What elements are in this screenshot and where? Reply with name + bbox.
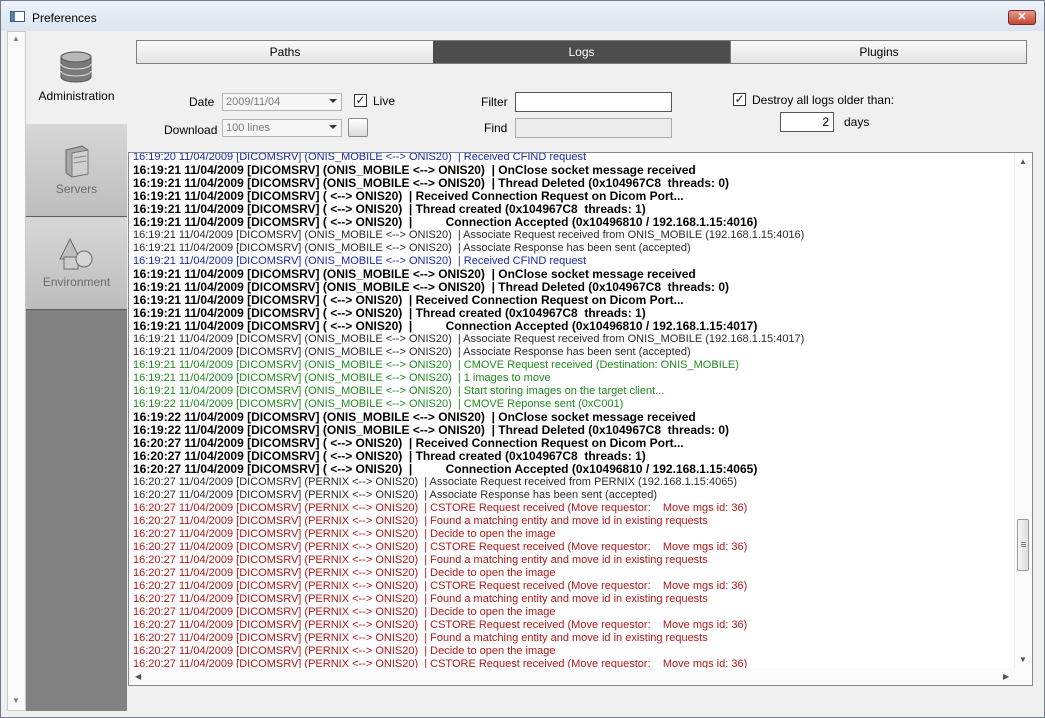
tab-bar: Paths Logs Plugins xyxy=(136,40,1027,64)
sidebar-item-label: Environment xyxy=(42,275,111,289)
log-line: 16:20:27 11/04/2009 [DICOMSRV] ( <--> ON… xyxy=(133,437,684,450)
log-line: 16:20:27 11/04/2009 [DICOMSRV] ( <--> ON… xyxy=(133,463,758,476)
database-icon xyxy=(60,51,92,83)
scroll-right-arrow-icon[interactable]: ▶ xyxy=(1003,672,1009,681)
sidebar-item-label: Servers xyxy=(55,182,98,196)
preferences-window: Preferences ✕ ▲ ▼ Administration Servers xyxy=(0,0,1045,718)
sidebar-item-servers[interactable]: Servers xyxy=(26,124,127,217)
log-line: 16:19:21 11/04/2009 [DICOMSRV] (ONIS_MOB… xyxy=(133,359,739,371)
filter-label: Filter xyxy=(481,95,508,109)
log-line: 16:20:27 11/04/2009 [DICOMSRV] (PERNIX <… xyxy=(133,580,748,592)
log-line: 16:19:21 11/04/2009 [DICOMSRV] (ONIS_MOB… xyxy=(133,177,730,190)
log-line: 16:20:27 11/04/2009 [DICOMSRV] (PERNIX <… xyxy=(133,554,708,566)
log-line: 16:19:21 11/04/2009 [DICOMSRV] ( <--> ON… xyxy=(133,294,684,307)
horizontal-scrollbar[interactable]: ◀ ▶ xyxy=(129,668,1015,685)
vertical-scrollbar[interactable]: ▲ ▼ xyxy=(1014,153,1032,685)
log-line: 16:19:21 11/04/2009 [DICOMSRV] (ONIS_MOB… xyxy=(133,164,696,177)
log-line: 16:20:27 11/04/2009 [DICOMSRV] (PERNIX <… xyxy=(133,541,748,553)
title-bar: Preferences ✕ xyxy=(1,1,1044,31)
log-viewer[interactable]: 16:19:20 11/04/2009 [DICOMSRV] (ONIS_MOB… xyxy=(128,152,1033,686)
log-line: 16:19:21 11/04/2009 [DICOMSRV] (ONIS_MOB… xyxy=(133,229,805,241)
chevron-down-icon xyxy=(329,99,337,103)
log-line: 16:19:21 11/04/2009 [DICOMSRV] ( <--> ON… xyxy=(133,203,646,216)
date-label: Date xyxy=(189,95,215,109)
log-line: 16:19:22 11/04/2009 [DICOMSRV] (ONIS_MOB… xyxy=(133,398,624,410)
tab-paths[interactable]: Paths xyxy=(137,41,434,63)
date-combo[interactable]: 2009/11/04 xyxy=(222,93,342,111)
log-line: 16:19:21 11/04/2009 [DICOMSRV] (ONIS_MOB… xyxy=(133,281,730,294)
log-line: 16:20:27 11/04/2009 [DICOMSRV] (PERNIX <… xyxy=(133,606,556,618)
download-button[interactable] xyxy=(348,118,368,137)
log-line: 16:19:22 11/04/2009 [DICOMSRV] (ONIS_MOB… xyxy=(133,424,730,437)
log-line: 16:19:21 11/04/2009 [DICOMSRV] ( <--> ON… xyxy=(133,216,758,229)
scroll-up-arrow-icon[interactable]: ▲ xyxy=(1019,157,1027,166)
sidebar-item-environment[interactable]: Environment xyxy=(26,217,127,310)
scroll-left-arrow-icon[interactable]: ◀ xyxy=(135,672,141,681)
find-label: Find xyxy=(484,121,508,135)
log-line: 16:20:27 11/04/2009 [DICOMSRV] (PERNIX <… xyxy=(133,593,708,605)
date-value: 2009/11/04 xyxy=(226,96,281,108)
app-window-icon xyxy=(10,11,25,22)
destroy-logs-checkbox[interactable]: ✓ xyxy=(733,93,746,106)
log-line: 16:20:27 11/04/2009 [DICOMSRV] (PERNIX <… xyxy=(133,645,556,657)
log-line: 16:20:27 11/04/2009 [DICOMSRV] (PERNIX <… xyxy=(133,515,708,527)
close-button[interactable]: ✕ xyxy=(1008,10,1036,25)
log-line: 16:19:21 11/04/2009 [DICOMSRV] (ONIS_MOB… xyxy=(133,255,587,267)
days-label: days xyxy=(844,115,870,129)
log-line: 16:19:21 11/04/2009 [DICOMSRV] ( <--> ON… xyxy=(133,320,758,333)
scroll-down-arrow-icon[interactable]: ▼ xyxy=(1019,655,1027,664)
scroll-down-arrow-icon[interactable]: ▼ xyxy=(12,696,20,705)
log-line: 16:20:27 11/04/2009 [DICOMSRV] (PERNIX <… xyxy=(133,567,556,579)
tab-plugins[interactable]: Plugins xyxy=(730,41,1027,63)
download-label: Download xyxy=(164,123,218,137)
log-line: 16:19:21 11/04/2009 [DICOMSRV] (ONIS_MOB… xyxy=(133,333,805,345)
log-lines: 16:19:20 11/04/2009 [DICOMSRV] (ONIS_MOB… xyxy=(133,152,1013,671)
shapes-icon xyxy=(59,237,93,270)
sidebar-item-administration[interactable]: Administration xyxy=(26,31,127,124)
sidebar-item-label: Administration xyxy=(38,89,115,103)
destroy-logs-label: Destroy all logs older than: xyxy=(752,93,895,107)
log-line: 16:19:22 11/04/2009 [DICOMSRV] (ONIS_MOB… xyxy=(133,411,696,424)
log-line: 16:19:21 11/04/2009 [DICOMSRV] (ONIS_MOB… xyxy=(133,242,691,254)
log-line: 16:19:21 11/04/2009 [DICOMSRV] (ONIS_MOB… xyxy=(133,346,691,358)
window-title: Preferences xyxy=(32,11,97,25)
server-icon xyxy=(65,145,89,178)
log-line: 16:20:27 11/04/2009 [DICOMSRV] (PERNIX <… xyxy=(133,528,556,540)
left-scrollbar[interactable]: ▲ ▼ xyxy=(7,31,26,711)
download-combo[interactable]: 100 lines xyxy=(222,119,342,137)
scroll-up-arrow-icon[interactable]: ▲ xyxy=(12,34,20,43)
vertical-scroll-thumb[interactable] xyxy=(1017,519,1029,571)
live-checkbox[interactable]: ✓ xyxy=(354,94,367,107)
log-line: 16:20:27 11/04/2009 [DICOMSRV] (PERNIX <… xyxy=(133,502,748,514)
download-value: 100 lines xyxy=(226,122,271,134)
category-sidebar: Administration Servers Environment xyxy=(26,31,127,711)
log-line: 16:19:20 11/04/2009 [DICOMSRV] (ONIS_MOB… xyxy=(133,152,587,163)
log-line: 16:19:21 11/04/2009 [DICOMSRV] (ONIS_MOB… xyxy=(133,372,551,384)
chevron-down-icon xyxy=(329,125,337,129)
live-label: Live xyxy=(373,94,396,108)
log-line: 16:20:27 11/04/2009 [DICOMSRV] (PERNIX <… xyxy=(133,632,708,644)
days-input[interactable] xyxy=(780,112,834,132)
log-line: 16:19:21 11/04/2009 [DICOMSRV] (ONIS_MOB… xyxy=(133,385,665,397)
log-line: 16:19:21 11/04/2009 [DICOMSRV] ( <--> ON… xyxy=(133,190,684,203)
log-line: 16:19:21 11/04/2009 [DICOMSRV] ( <--> ON… xyxy=(133,307,646,320)
filter-input[interactable] xyxy=(515,92,672,112)
find-input[interactable] xyxy=(515,118,672,138)
log-line: 16:20:27 11/04/2009 [DICOMSRV] (PERNIX <… xyxy=(133,476,738,488)
log-line: 16:20:27 11/04/2009 [DICOMSRV] (PERNIX <… xyxy=(133,489,658,501)
tab-logs[interactable]: Logs xyxy=(433,41,730,63)
log-line: 16:20:27 11/04/2009 [DICOMSRV] (PERNIX <… xyxy=(133,619,748,631)
log-line: 16:20:27 11/04/2009 [DICOMSRV] ( <--> ON… xyxy=(133,450,646,463)
log-line: 16:19:21 11/04/2009 [DICOMSRV] (ONIS_MOB… xyxy=(133,268,696,281)
